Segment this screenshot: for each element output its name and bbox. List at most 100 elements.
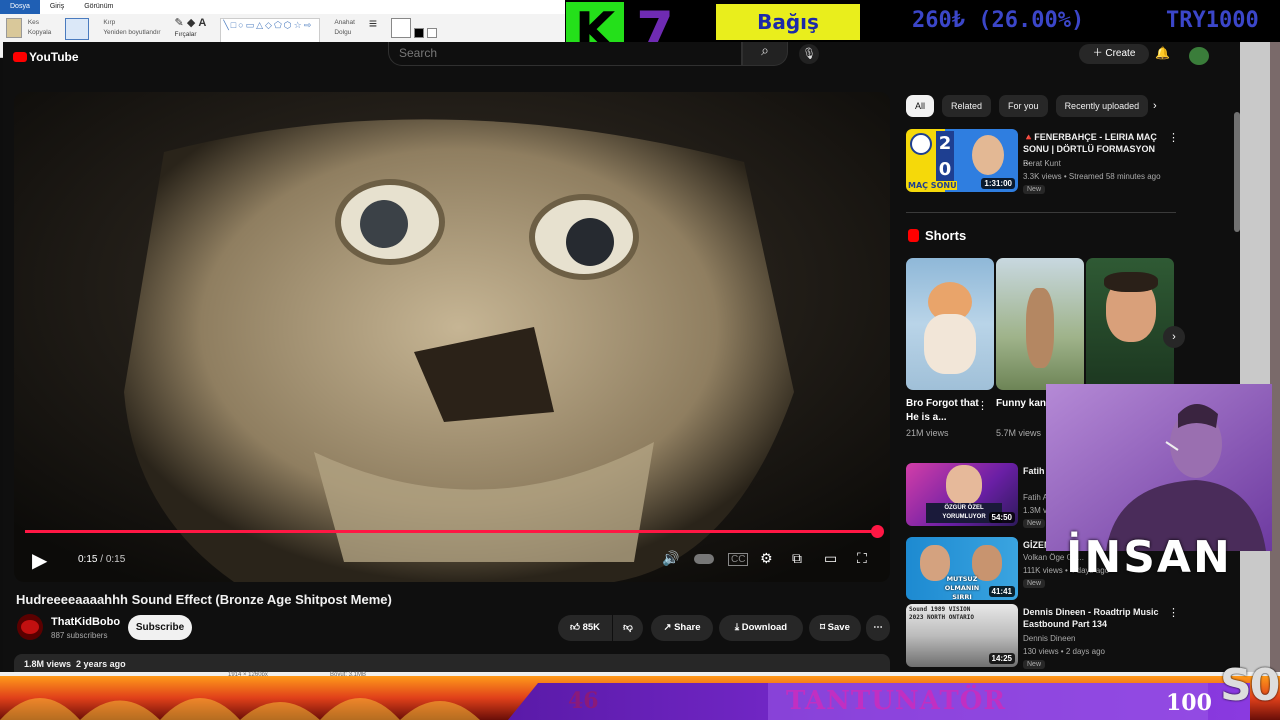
video-thumbnail[interactable]: 20 MAÇ SONU 1:31:00 bbox=[906, 129, 1018, 192]
play-icon[interactable]: ▶ bbox=[32, 548, 47, 573]
outline-dropdown[interactable]: Anahat bbox=[334, 18, 355, 28]
download-button[interactable]: ⤓ Download bbox=[719, 615, 803, 641]
donation-bar-label: Bağış çubuğu bbox=[716, 4, 860, 70]
microphone-icon[interactable]: 🎙 bbox=[799, 44, 819, 64]
corner-logo: S0 bbox=[1220, 660, 1280, 711]
volume-icon[interactable]: 🔊 bbox=[662, 550, 679, 567]
bottom-counter-right: 100 bbox=[1166, 690, 1212, 716]
dislike-button[interactable]: 👎︎ bbox=[613, 615, 643, 641]
paint-tab-home[interactable]: Giriş bbox=[40, 0, 74, 14]
short-title[interactable]: Bro Forgot that He is a... bbox=[906, 397, 984, 425]
color1-swatch[interactable] bbox=[391, 18, 412, 38]
new-badge: New bbox=[1023, 519, 1046, 528]
cut-button[interactable]: Kes bbox=[28, 18, 52, 28]
thumbs-up-icon: 👍︎ bbox=[569, 622, 580, 633]
more-vert-icon[interactable]: ⋮ bbox=[977, 399, 988, 412]
autoplay-toggle[interactable] bbox=[694, 554, 714, 564]
more-vert-icon[interactable]: ⋮ bbox=[1168, 131, 1179, 144]
crop-button[interactable]: Kırp bbox=[103, 18, 160, 28]
video-thumbnail[interactable]: ÖZGÜR ÖZEL YORUMLUYOR 54:50 bbox=[906, 463, 1018, 526]
clipboard-icon[interactable] bbox=[6, 18, 22, 38]
channel-avatar[interactable] bbox=[17, 614, 43, 640]
chevron-right-icon[interactable]: › bbox=[1163, 326, 1185, 348]
search-input[interactable]: Search bbox=[388, 42, 742, 66]
select-tool[interactable] bbox=[65, 18, 90, 44]
thumbs-down-icon: 👎︎ bbox=[623, 622, 633, 633]
download-icon: ⤓ bbox=[734, 622, 740, 633]
channel-name[interactable]: Berat Kunt bbox=[1023, 159, 1061, 168]
fullscreen-icon[interactable]: ⛶ bbox=[857, 550, 867, 567]
new-badge: New bbox=[1023, 660, 1046, 669]
subscribe-button[interactable]: Subscribe bbox=[128, 615, 192, 640]
captions-icon[interactable]: CC bbox=[728, 553, 749, 566]
channel-name[interactable]: Dennis Dineen bbox=[1023, 634, 1075, 643]
like-button[interactable]: 👍︎ 85K bbox=[558, 615, 612, 641]
more-vert-icon[interactable]: ⋮ bbox=[1168, 606, 1179, 619]
save-button[interactable]: ⌑ Save bbox=[809, 615, 861, 641]
color-black[interactable] bbox=[413, 28, 424, 38]
progress-bar[interactable] bbox=[25, 530, 881, 533]
youtube-play-icon bbox=[13, 52, 27, 62]
download-label: Download bbox=[741, 622, 788, 633]
paint-tab-file[interactable]: Dosya bbox=[0, 0, 40, 14]
account-avatar[interactable] bbox=[1189, 47, 1209, 65]
recommended-video[interactable]: Sound 1989 VISION 2023 NORTH ONTARIO 14:… bbox=[906, 604, 1179, 670]
shorts-icon bbox=[908, 229, 919, 242]
donation-goal: TRY1000 bbox=[1166, 8, 1259, 33]
fill-dropdown[interactable]: Dolgu bbox=[334, 28, 355, 38]
short-views: 21M views bbox=[906, 428, 949, 438]
search-icon[interactable]: ⌕ bbox=[742, 42, 788, 66]
divider bbox=[906, 212, 1176, 213]
video-title[interactable]: Dennis Dineen - Roadtrip Music Eastbound… bbox=[1023, 606, 1163, 630]
video-duration: 54:50 bbox=[988, 512, 1015, 523]
video-player[interactable]: ▶ 0:15 / 0:15 🔊 CC ⚙ ⧉ ▭ ⛶ bbox=[14, 92, 890, 582]
settings-icon[interactable]: ⚙ bbox=[760, 550, 773, 567]
share-button[interactable]: ↗ Share bbox=[651, 615, 713, 641]
brushes-label[interactable]: Fırçalar bbox=[175, 31, 197, 38]
youtube-logo[interactable]: YouTube bbox=[13, 50, 79, 64]
chip-related[interactable]: Related bbox=[942, 95, 992, 117]
duration: 0:15 bbox=[105, 554, 126, 565]
bell-icon[interactable]: 🔔 bbox=[1155, 46, 1170, 60]
color-white[interactable] bbox=[426, 28, 437, 38]
channel-name[interactable]: ThatKidBobo bbox=[51, 616, 120, 628]
video-meta: 3.3K views • Streamed 58 minutes ago bbox=[1023, 172, 1161, 181]
chevron-right-icon[interactable]: › bbox=[1153, 100, 1157, 112]
size-tool[interactable]: ≡ bbox=[369, 16, 377, 30]
upload-age: 2 years ago bbox=[76, 659, 126, 669]
theater-icon[interactable]: ▭ bbox=[824, 550, 837, 567]
paint-tools: Kes Kopyala Kırp Yeniden boyutlandır ✎ ◆… bbox=[6, 16, 438, 44]
short-thumbnail[interactable] bbox=[906, 258, 994, 390]
create-button[interactable]: ＋ Create bbox=[1079, 44, 1149, 64]
text-icon[interactable]: A bbox=[198, 17, 206, 29]
resize-button[interactable]: Yeniden boyutlandır bbox=[103, 28, 160, 38]
video-duration: 14:25 bbox=[988, 653, 1015, 664]
description-box[interactable]: 1.8M views 2 years ago bbox=[14, 654, 890, 672]
short-thumbnail[interactable] bbox=[1086, 258, 1174, 390]
recommended-video[interactable]: 20 MAÇ SONU 1:31:00 🔺FENERBAHÇE - LEIRIA… bbox=[906, 129, 1179, 195]
video-thumbnail[interactable]: MUTSUZ OLMANIN SIRRI 41:41 bbox=[906, 537, 1018, 600]
video-thumbnail[interactable]: Sound 1989 VISION 2023 NORTH ONTARIO 14:… bbox=[906, 604, 1018, 667]
paint-tab-view[interactable]: Görünüm bbox=[74, 0, 123, 14]
current-time: 0:15 bbox=[78, 554, 98, 565]
chip-for-you[interactable]: For you bbox=[999, 95, 1048, 117]
chip-all[interactable]: All bbox=[906, 95, 935, 117]
thumbnail-caption: Sound 1989 VISION 2023 NORTH ONTARIO bbox=[909, 606, 975, 621]
short-views: 5.7M views bbox=[996, 428, 1042, 438]
progress-scrubber[interactable] bbox=[871, 525, 884, 538]
miniplayer-icon[interactable]: ⧉ bbox=[792, 550, 802, 567]
new-badge: New bbox=[1023, 185, 1046, 194]
copy-button[interactable]: Kopyala bbox=[28, 28, 52, 38]
player-controls: ▶ 0:15 / 0:15 🔊 CC ⚙ ⧉ ▭ ⛶ bbox=[14, 540, 890, 580]
bottom-title: TANTUNATÖR bbox=[786, 686, 1007, 716]
thumbnail-caption: MUTSUZ OLMANIN SIRRI bbox=[944, 575, 980, 600]
chip-recently-uploaded[interactable]: Recently uploaded bbox=[1055, 95, 1149, 117]
youtube-header: YouTube Search ⌕ 🎙 ＋ Create 🔔 bbox=[3, 42, 1240, 66]
shapes-gallery[interactable]: ╲□○▭△◇⬠⬡☆⇨ bbox=[220, 18, 321, 44]
more-actions-button[interactable]: ⋯ bbox=[866, 615, 890, 641]
donation-progress: 260₺ (26.00%) bbox=[912, 8, 1085, 33]
select-icon bbox=[65, 18, 90, 40]
bookmark-icon: ⌑ bbox=[820, 622, 826, 633]
short-thumbnail[interactable] bbox=[996, 258, 1084, 390]
video-duration: 41:41 bbox=[988, 586, 1015, 597]
